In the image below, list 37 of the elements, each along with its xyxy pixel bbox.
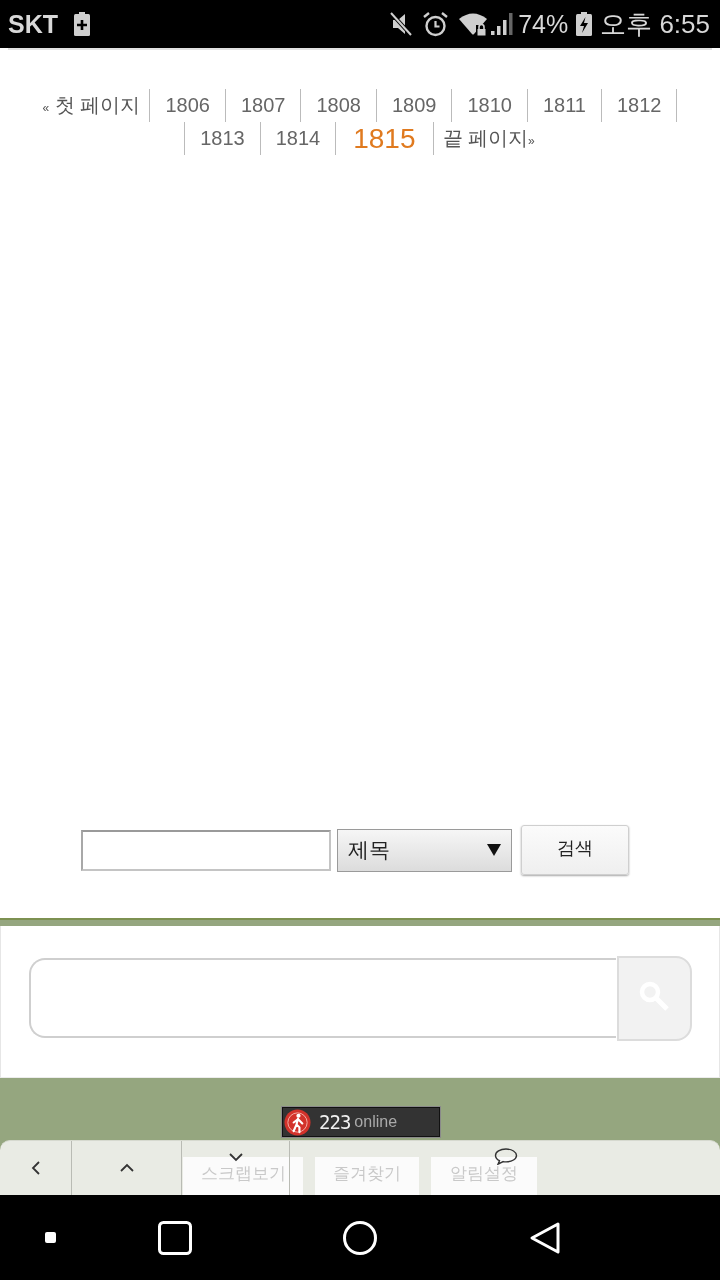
chevron-down-icon [228,1152,243,1162]
site-search-input[interactable] [29,958,616,1038]
page-link[interactable]: 1807 [224,89,302,122]
walking-person-icon [284,1108,311,1136]
back-triangle-icon [528,1220,562,1255]
search-button[interactable] [617,956,692,1041]
last-page-link[interactable]: 끝 페이지» [433,122,535,155]
page-link[interactable]: 1809 [375,89,453,122]
battery-plus-icon [74,12,90,36]
speech-bubble-icon [494,1148,518,1165]
chevron-left-icon [30,1161,41,1175]
page-link[interactable]: 1811 [526,89,602,122]
clock-time: 오후 6:55 [600,7,710,41]
wifi-lock-icon [459,12,488,36]
page-link[interactable]: 1813 [184,122,261,155]
first-page-link[interactable]: « 첫 페이지 [42,89,151,122]
page-link[interactable]: 1808 [300,89,377,122]
signal-icon [491,13,514,35]
current-page-number: 1815 [335,122,434,155]
search-field-select[interactable]: 제목 [337,828,512,872]
page-link[interactable]: 1814 [259,122,337,155]
alarm-icon [423,11,449,37]
search-button[interactable]: 검색 [521,825,629,875]
mute-icon [390,12,413,36]
home-icon [343,1220,377,1255]
carrier-name: SKT [8,9,58,39]
caret-icon [487,843,501,857]
chevron-up-icon [119,1163,134,1173]
online-count: 223 [319,1111,351,1133]
battery-charging-icon [576,12,593,36]
page-link[interactable]: 1812 [600,89,678,122]
recent-apps-icon [158,1220,192,1255]
online-label: online [354,1113,398,1131]
page-link[interactable]: 1806 [149,89,226,122]
search-input[interactable] [81,829,331,871]
battery-percent: 74% [518,9,569,39]
page-link[interactable]: 1810 [451,89,528,122]
